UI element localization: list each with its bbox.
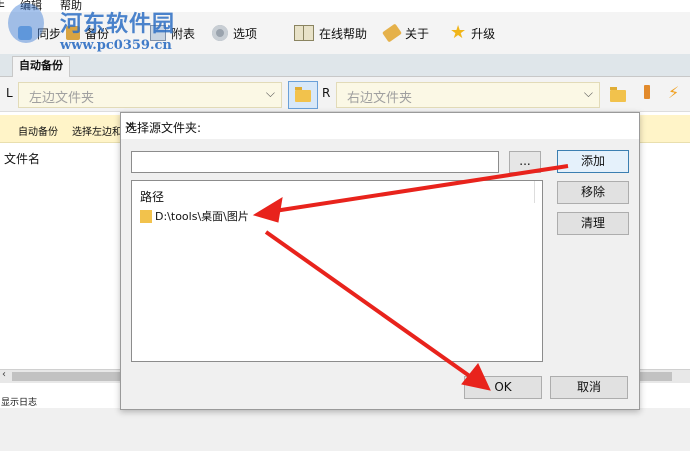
book-icon bbox=[294, 25, 314, 41]
browse-button[interactable]: ... bbox=[509, 151, 541, 173]
info-label-select: 选择左边和 bbox=[72, 127, 122, 138]
upgrade-label: 升级 bbox=[471, 26, 496, 41]
clear-button[interactable]: 清理 bbox=[557, 212, 629, 235]
gear-icon bbox=[212, 25, 228, 41]
select-source-folder-dialog: 选择源文件夹: ✕ ... 添加 移除 清理 路径 D:\tools\桌面\图片… bbox=[120, 112, 640, 410]
left-folder-browse-button[interactable] bbox=[288, 81, 318, 109]
folder-path-row: L 左边文件夹 ⌵ R 右边文件夹 ⌵ ⚡ bbox=[0, 77, 690, 112]
right-folder-letter: R bbox=[322, 86, 331, 100]
list-item[interactable]: D:\tools\桌面\图片 bbox=[140, 207, 249, 225]
remove-button[interactable]: 移除 bbox=[557, 181, 629, 204]
folder-icon bbox=[295, 87, 311, 102]
folder-icon bbox=[610, 87, 626, 102]
left-folder-placeholder: 左边文件夹 bbox=[29, 91, 95, 106]
scroll-left-icon[interactable]: ‹ bbox=[2, 369, 6, 380]
bottom-panel bbox=[0, 408, 690, 451]
about-button[interactable]: 关于 bbox=[382, 22, 430, 44]
left-folder-combobox[interactable]: 左边文件夹 ⌵ bbox=[18, 82, 282, 108]
info-label-auto-backup: 自动备份 bbox=[18, 127, 58, 138]
right-folder-combobox[interactable]: 右边文件夹 ⌵ bbox=[336, 82, 600, 108]
tab-auto-backup[interactable]: 自动备份 bbox=[12, 56, 70, 77]
online-help-label: 在线帮助 bbox=[319, 26, 368, 41]
folder-path-input[interactable] bbox=[131, 151, 499, 173]
chevron-down-icon[interactable]: ⌵ bbox=[584, 86, 593, 101]
cancel-button[interactable]: 取消 bbox=[550, 376, 628, 399]
right-folder-placeholder: 右边文件夹 bbox=[347, 91, 413, 106]
folder-icon bbox=[140, 209, 152, 223]
options-button[interactable]: 选项 bbox=[212, 22, 257, 44]
watermark-url: www.pc0359.cn bbox=[60, 38, 172, 53]
tab-strip: 自动备份 bbox=[0, 54, 690, 77]
add-button[interactable]: 添加 bbox=[557, 150, 629, 173]
show-log-link[interactable]: 显示日志 bbox=[1, 395, 37, 408]
dialog-titlebar: 选择源文件夹: ✕ bbox=[121, 113, 639, 139]
online-help-button[interactable]: 在线帮助 bbox=[294, 22, 367, 44]
left-folder-letter: L bbox=[6, 86, 13, 100]
star-icon: ★ bbox=[450, 22, 467, 43]
options-label: 选项 bbox=[233, 26, 258, 41]
ok-button[interactable]: OK bbox=[464, 376, 542, 399]
watermark-logo bbox=[8, 3, 44, 43]
folder-list[interactable]: 路径 D:\tools\桌面\图片 bbox=[131, 180, 543, 362]
column-divider bbox=[534, 181, 535, 203]
right-folder-browse-button[interactable] bbox=[604, 81, 632, 107]
list-item-path: D:\tools\桌面\图片 bbox=[155, 210, 249, 223]
close-icon[interactable]: ✕ bbox=[125, 119, 631, 133]
chevron-down-icon[interactable]: ⌵ bbox=[266, 86, 275, 101]
lightning-icon[interactable]: ⚡ bbox=[668, 83, 679, 102]
path-column-header[interactable]: 路径 bbox=[140, 188, 164, 205]
tag-icon bbox=[382, 23, 402, 43]
menu-item-edge[interactable]: E bbox=[0, 0, 5, 10]
about-label: 关于 bbox=[405, 26, 430, 41]
filename-column-header[interactable]: 文件名 bbox=[4, 150, 40, 167]
upgrade-button[interactable]: ★ 升级 bbox=[450, 22, 495, 44]
watermark-title: 河东软件园 bbox=[60, 12, 176, 37]
pen-icon[interactable] bbox=[644, 85, 650, 99]
